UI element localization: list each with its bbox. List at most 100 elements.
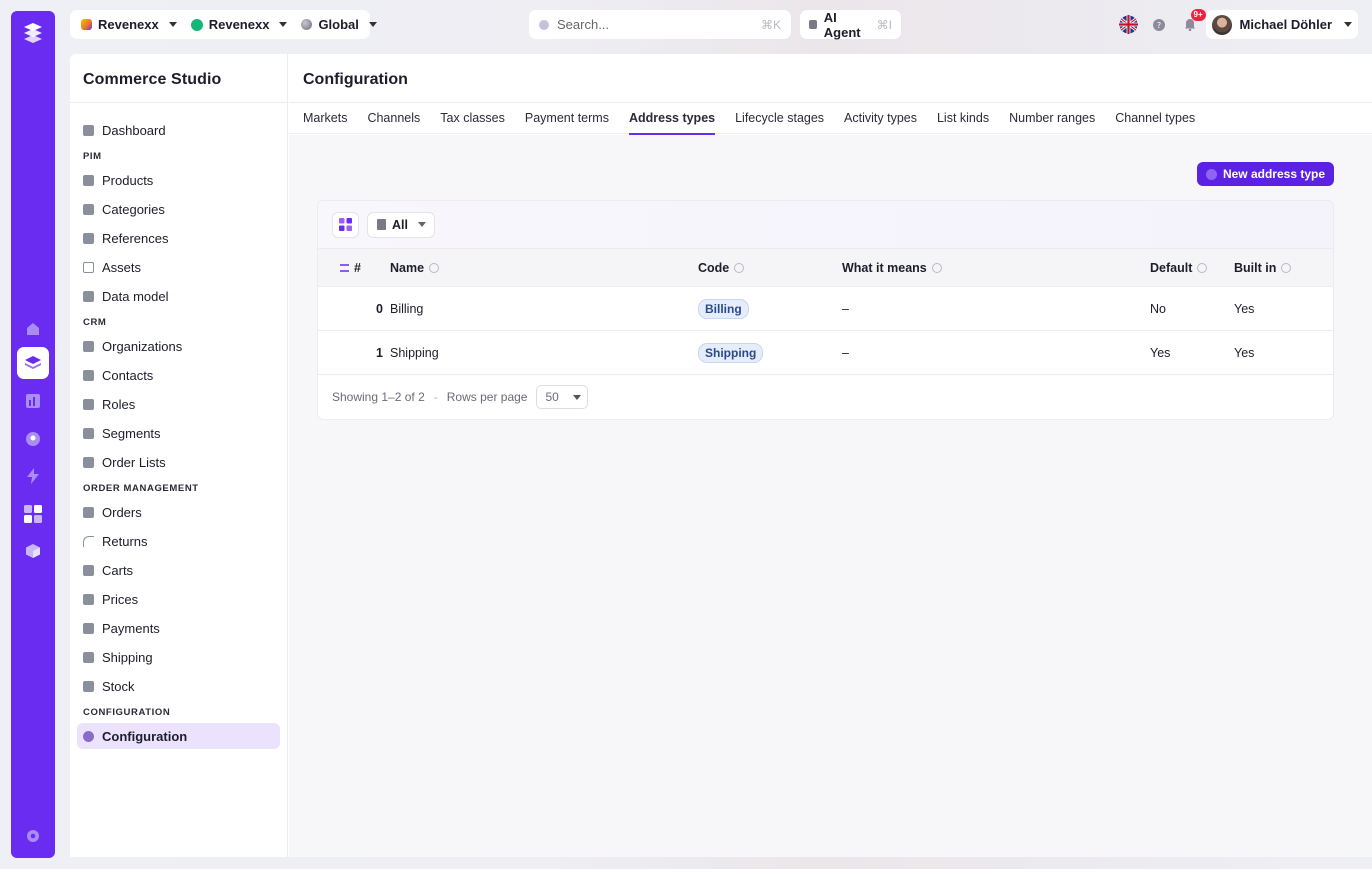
sidebar: Commerce Studio Dashboard PIM Products C…	[70, 54, 288, 857]
plus-circle-icon	[1205, 168, 1217, 180]
database-icon	[83, 232, 94, 244]
rows-per-page-select[interactable]: 50	[536, 385, 588, 409]
sidebar-item-assets[interactable]: Assets	[77, 254, 280, 280]
tab-lifecycle-stages[interactable]: Lifecycle stages	[735, 103, 824, 134]
table-header: # Name Code What it means Default Built …	[318, 249, 1333, 287]
column-code[interactable]: Code	[698, 261, 842, 275]
user-area: ? 9+ Michael Döhler	[1113, 9, 1358, 39]
chevron-down-icon	[368, 22, 377, 27]
table-row[interactable]: 1 Shipping Shipping – Yes Yes	[318, 331, 1333, 375]
sidebar-item-label: Roles	[102, 396, 136, 412]
box-icon	[83, 174, 94, 186]
sidebar-item-carts[interactable]: Carts	[77, 557, 280, 583]
tab-markets[interactable]: Markets	[303, 103, 347, 134]
row-code: Billing	[698, 298, 842, 319]
chevron-down-icon	[417, 222, 426, 227]
saved-filter-dropdown[interactable]: All	[367, 211, 435, 238]
column-meaning[interactable]: What it means	[842, 261, 1150, 275]
sidebar-item-organizations[interactable]: Organizations	[77, 333, 280, 359]
search-input[interactable]: Search... ⌘K	[529, 10, 791, 39]
sidebar-item-roles[interactable]: Roles	[77, 391, 280, 417]
table-row[interactable]: 0 Billing Billing – No Yes	[318, 287, 1333, 331]
tab-activity-types[interactable]: Activity types	[844, 103, 917, 134]
sidebar-item-order-lists[interactable]: Order Lists	[77, 449, 280, 475]
new-address-type-button[interactable]: New address type	[1196, 162, 1334, 186]
return-arrow-icon	[83, 535, 94, 547]
tag-icon	[83, 203, 94, 215]
tab-payment-terms[interactable]: Payment terms	[525, 103, 609, 134]
saved-filter-label: All	[392, 217, 408, 232]
column-name[interactable]: Name	[390, 261, 698, 275]
cube-icon[interactable]	[17, 535, 49, 567]
user-menu[interactable]: Michael Döhler	[1205, 10, 1358, 39]
chevron-down-icon	[1344, 22, 1352, 27]
credit-card-icon	[83, 622, 94, 634]
home-icon[interactable]	[17, 313, 49, 345]
tab-list-kinds[interactable]: List kinds	[937, 103, 989, 134]
column-name-label: Name	[390, 260, 425, 275]
sidebar-item-stock[interactable]: Stock	[77, 673, 280, 699]
settings-gear-icon[interactable]	[17, 820, 49, 852]
sidebar-item-label: Organizations	[102, 338, 183, 354]
column-default[interactable]: Default	[1150, 261, 1234, 275]
language-flag-icon[interactable]	[1113, 10, 1144, 39]
main-content: Configuration Markets Channels Tax class…	[289, 54, 1372, 857]
app-rail	[11, 11, 55, 858]
tab-channels[interactable]: Channels	[367, 103, 420, 134]
layers-icon[interactable]	[17, 347, 49, 379]
sidebar-item-segments[interactable]: Segments	[77, 420, 280, 446]
nav-section-heading: ORDER MANAGEMENT	[83, 483, 199, 494]
notifications-bell-icon[interactable]: 9+	[1175, 9, 1206, 39]
sidebar-item-label: Carts	[102, 562, 134, 578]
sidebar-item-returns[interactable]: Returns	[77, 528, 280, 554]
sidebar-item-label: Payments	[102, 620, 160, 636]
sidebar-item-categories[interactable]: Categories	[77, 196, 280, 222]
tab-channel-types[interactable]: Channel types	[1115, 103, 1195, 134]
row-index: 0	[376, 301, 383, 316]
grid-icon	[83, 290, 94, 302]
search-icon	[539, 19, 549, 30]
help-icon[interactable]: ?	[1144, 10, 1175, 39]
pin-icon[interactable]	[17, 423, 49, 455]
nav-section-heading: CONFIGURATION	[83, 707, 171, 718]
column-built-in[interactable]: Built in	[1234, 261, 1324, 275]
chevron-down-icon	[279, 22, 288, 27]
apps-grid-icon[interactable]	[17, 498, 49, 530]
org-selector[interactable]: Revenexx	[74, 10, 184, 39]
rows-per-page-value: 50	[545, 390, 559, 404]
sidebar-item-contacts[interactable]: Contacts	[77, 362, 280, 388]
sidebar-item-orders[interactable]: Orders	[77, 499, 280, 525]
sidebar-item-configuration[interactable]: Configuration	[77, 723, 280, 749]
bolt-icon[interactable]	[17, 460, 49, 492]
sidebar-item-dashboard[interactable]: Dashboard	[77, 117, 280, 143]
sidebar-item-prices[interactable]: Prices	[77, 586, 280, 612]
column-built-in-label: Built in	[1234, 260, 1277, 275]
warehouse-icon	[83, 680, 94, 692]
view-switcher-icon[interactable]	[332, 211, 359, 238]
app-logo-icon[interactable]	[21, 21, 45, 47]
sparkle-icon	[809, 20, 817, 29]
row-name: Billing	[390, 301, 424, 316]
region-selector[interactable]: Global	[294, 10, 383, 39]
shield-icon	[83, 398, 94, 410]
sidebar-item-products[interactable]: Products	[77, 167, 280, 193]
info-icon	[1197, 262, 1208, 273]
content-body: New address type All # Name Code What it…	[289, 135, 1372, 857]
workspace-selector[interactable]: Revenexx	[184, 10, 295, 39]
sidebar-item-references[interactable]: References	[77, 225, 280, 251]
tab-number-ranges[interactable]: Number ranges	[1009, 103, 1095, 134]
sidebar-item-label: Dashboard	[102, 122, 166, 138]
sidebar-item-shipping[interactable]: Shipping	[77, 644, 280, 670]
info-icon	[429, 262, 440, 273]
column-index[interactable]: #	[318, 261, 390, 275]
ai-agent-button[interactable]: AI Agent ⌘I	[800, 10, 901, 40]
sidebar-item-label: Data model	[102, 288, 169, 304]
tab-tax-classes[interactable]: Tax classes	[440, 103, 505, 134]
sort-icon	[340, 263, 349, 272]
sidebar-item-data-model[interactable]: Data model	[77, 283, 280, 309]
sidebar-item-payments[interactable]: Payments	[77, 615, 280, 641]
sidebar-item-label: Orders	[102, 504, 142, 520]
info-icon	[734, 262, 745, 273]
analytics-icon[interactable]	[17, 385, 49, 417]
tab-address-types[interactable]: Address types	[628, 103, 716, 135]
